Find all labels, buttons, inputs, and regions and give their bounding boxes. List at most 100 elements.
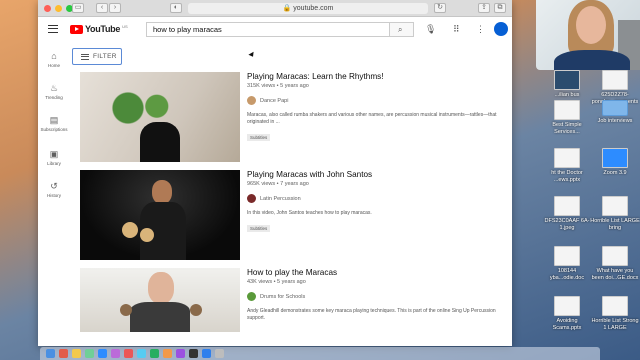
forward-button[interactable]: › [109,3,121,13]
finder-icon[interactable] [46,349,55,358]
url-bar[interactable]: 🔒 youtube.com [188,3,428,14]
channel-link[interactable]: Drums for Schools [247,292,507,301]
video-meta: 965K views • 7 years ago [247,181,309,187]
channel-avatar [247,292,256,301]
channel-link[interactable]: Dance Papi [247,96,507,105]
desktop-file[interactable]: Horrible List Strong 1 LARGE [590,296,640,331]
desktop-folder[interactable]: Job interviews [590,100,640,125]
app-icon[interactable] [72,349,81,358]
subtitles-badge: Subtitles [247,225,271,232]
thumbnail-face [152,180,172,204]
apps-grid-icon[interactable]: ⠿ [453,25,460,34]
webcam-person-face [576,6,606,44]
sidebar-item-subscriptions[interactable]: ▤ Subscriptions [38,115,70,132]
app-icon[interactable] [202,349,211,358]
webcam-overlay [536,0,640,70]
app-icon[interactable] [85,349,94,358]
share-icon[interactable]: ⇪ [478,3,490,13]
youtube-wordmark: YouTube [85,24,121,34]
app-icon[interactable] [176,349,185,358]
sidebar-toggle-icon[interactable]: ▭ [72,3,84,13]
sidebar-item-library[interactable]: ▣ Library [38,149,70,166]
video-info: Playing Maracas with John Santos 965K vi… [247,170,507,235]
zoom-icon[interactable] [98,349,107,358]
channel-avatar [247,194,256,203]
country-code: US [122,24,128,29]
app-icon[interactable] [150,349,159,358]
library-icon: ▣ [49,149,59,159]
desktop-file[interactable]: Best Simple Services... [542,100,592,135]
thumbnail-maraca [140,228,154,242]
app-icon[interactable] [189,349,198,358]
video-meta: 315K views • 5 years ago [247,83,309,89]
search-icon: ⌕ [398,25,403,34]
video-description: Andy Gleadhill demonstrates some key mar… [247,308,496,321]
thumbnail-maraca [122,222,138,238]
browser-window: ▭ ‹ › ◐ 🔒 youtube.com ↻ ⇪ ⧉ YouTube US h… [38,0,512,346]
thumbnail-face [148,272,174,304]
thumbnail-maraca [120,304,132,316]
video-title[interactable]: How to play the Maracas [247,268,507,278]
history-icon: ↺ [50,181,58,191]
sidebar-item-history[interactable]: ↺ History [38,181,70,198]
channel-avatar [247,96,256,105]
thumbnail-figure [140,122,180,162]
desktop-file[interactable]: What have you been doi...GE.docx [590,246,640,281]
youtube-logo[interactable]: YouTube US [70,24,128,34]
app-icon[interactable] [163,349,172,358]
thumbnail-maraca [190,304,202,316]
app-icon[interactable] [124,349,133,358]
channel-link[interactable]: Latin Percussion [247,194,507,203]
video-thumbnail[interactable] [80,170,240,260]
desktop-file[interactable]: ...ilian bus [542,70,592,99]
sign-in-avatar-icon[interactable] [494,22,508,36]
desktop-file[interactable]: 108144 yba...odie.doc [542,246,592,281]
browser-titlebar: ▭ ‹ › ◐ 🔒 youtube.com ↻ ⇪ ⧉ [38,0,512,17]
search-button[interactable]: ⌕ [390,22,414,37]
desktop-app[interactable]: Zoom 3.9 [590,148,640,177]
app-icon[interactable] [111,349,120,358]
macos-dock [40,347,600,360]
microphone-icon[interactable]: 🎙 [425,25,436,34]
privacy-shield-icon[interactable]: ◐ [170,3,182,13]
webcam-person-shirt [554,50,630,70]
desktop-file[interactable]: ht the Doctor ...ews.pptx [542,148,592,183]
filter-button[interactable]: FILTER [72,48,122,65]
video-title[interactable]: Playing Maracas with John Santos [247,170,507,180]
tabs-icon[interactable]: ⧉ [494,3,506,13]
youtube-header: YouTube US how to play maracas ⌕ 🎙 ⠿ ⋮ [38,17,512,43]
desktop-file-icons: ...ilian bus 625D2Z78- poncho...ocuments… [540,70,640,350]
desktop-file[interactable]: Horrible List LARGE bring [590,196,640,231]
video-thumbnail[interactable] [80,72,240,162]
trash-icon[interactable] [215,349,224,358]
safari-icon[interactable] [137,349,146,358]
youtube-play-icon [70,24,83,34]
youtube-sidebar: ⌂ Home ♨ Trending ▤ Subscriptions ▣ Library … [38,43,70,346]
reload-icon[interactable]: ↻ [434,3,446,13]
window-controls [44,4,73,12]
home-icon: ⌂ [51,51,57,61]
hamburger-menu-icon[interactable] [48,25,58,33]
close-window-button[interactable] [44,4,51,12]
mouse-cursor-icon [248,51,256,59]
back-button[interactable]: ‹ [96,3,108,13]
video-result[interactable]: Playing Maracas: Learn the Rhythms! 315K… [80,72,508,164]
filter-icon [81,53,89,60]
video-info: Playing Maracas: Learn the Rhythms! 315K… [247,72,507,144]
sidebar-item-home[interactable]: ⌂ Home [38,51,70,68]
desktop-file[interactable]: DFS23C0AAF 6A-1.jpeg [542,196,592,231]
video-info: How to play the Maracas 43K views • 5 ye… [247,268,507,322]
url-text: youtube.com [293,5,334,12]
sidebar-item-trending[interactable]: ♨ Trending [38,83,70,100]
video-meta: 43K views • 5 years ago [247,279,306,285]
video-result[interactable]: Playing Maracas with John Santos 965K vi… [80,170,508,262]
fire-icon: ♨ [49,83,59,93]
video-description: In this video, John Santos teaches how t… [247,210,372,216]
desktop-file[interactable]: Avoiding Scams.pptx [542,296,592,331]
video-thumbnail[interactable] [80,268,240,332]
more-options-icon[interactable]: ⋮ [476,25,485,34]
minimize-window-button[interactable] [55,4,62,12]
app-icon[interactable] [59,349,68,358]
search-input[interactable]: how to play maracas [146,22,390,37]
video-title[interactable]: Playing Maracas: Learn the Rhythms! [247,72,507,82]
